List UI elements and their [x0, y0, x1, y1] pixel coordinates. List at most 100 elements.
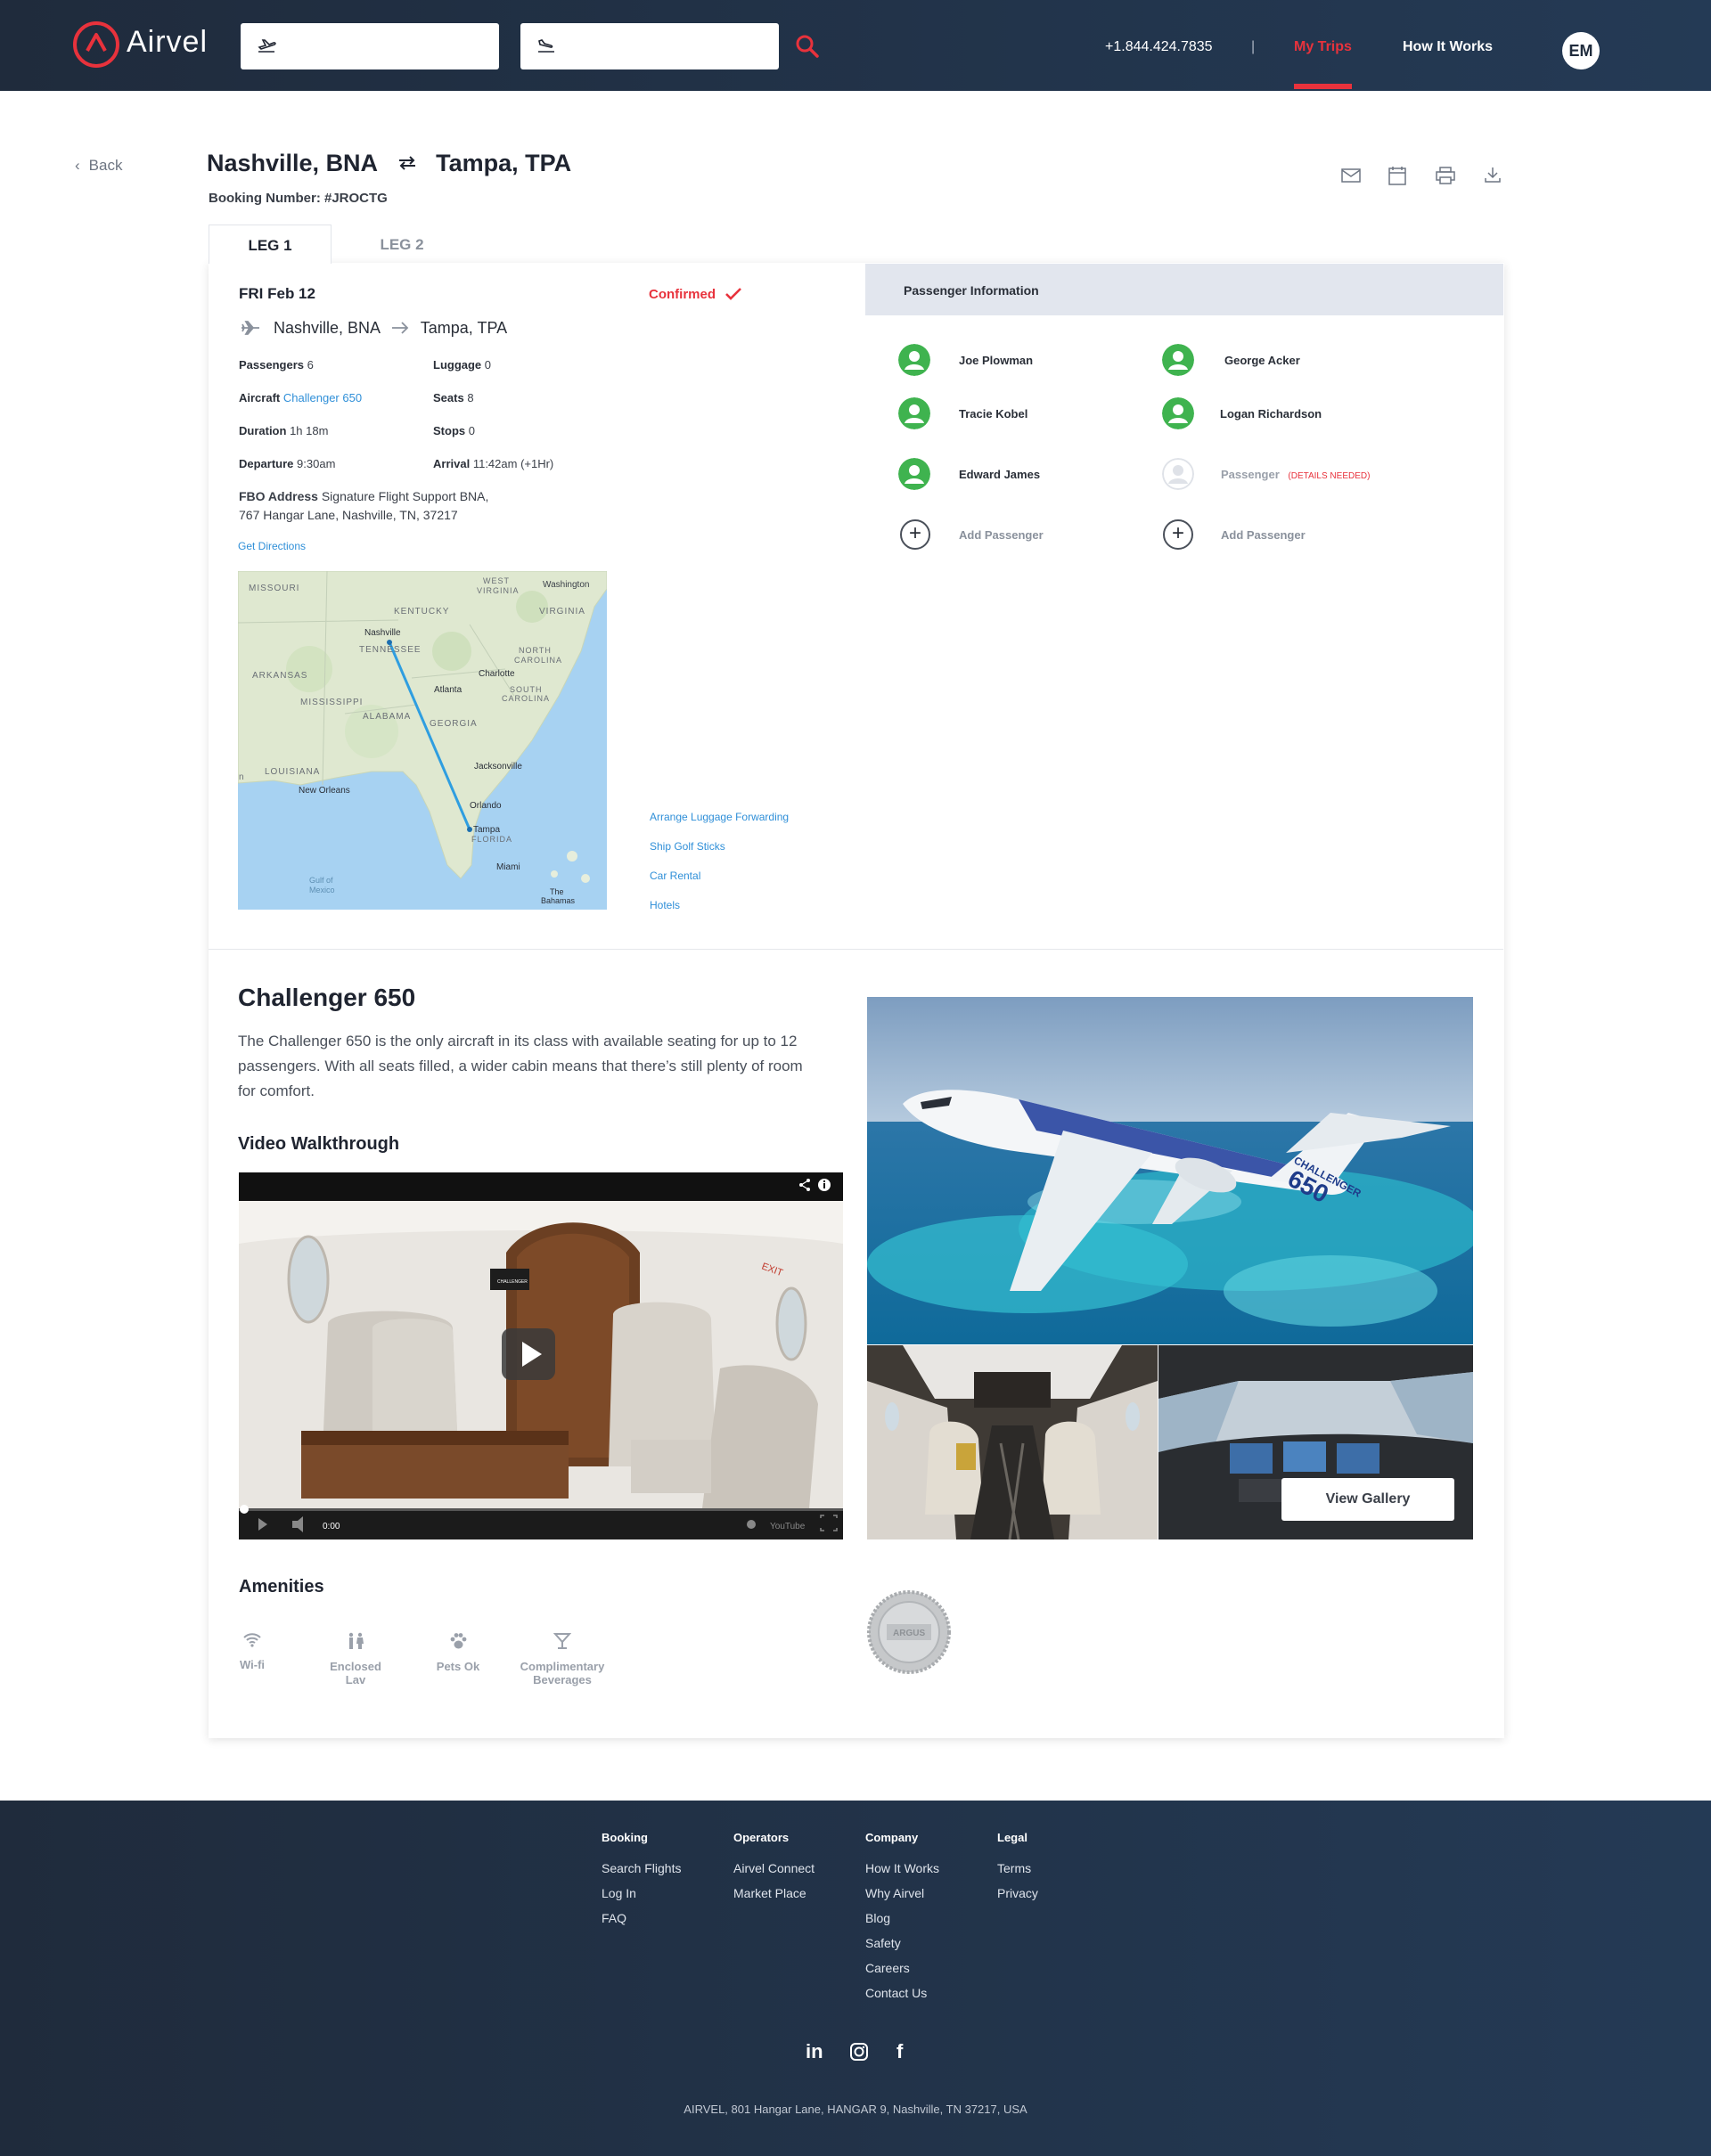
footer-link[interactable]: Safety — [865, 1936, 901, 1950]
footer-link[interactable]: How It Works — [865, 1861, 939, 1875]
linkedin-icon[interactable]: in — [806, 2040, 823, 2063]
nav-how-it-works[interactable]: How It Works — [1403, 39, 1493, 55]
amenities-heading: Amenities — [239, 1577, 324, 1597]
map-label: WEST — [483, 576, 510, 585]
amenity-wifi: Wi-fi — [237, 1632, 267, 1671]
add-passenger-label[interactable]: Add Passenger — [959, 528, 1044, 542]
plane-icon — [242, 321, 259, 335]
passenger-item[interactable] — [898, 397, 930, 434]
departure-search-input[interactable] — [241, 23, 499, 69]
fbo-address: FBO Address Signature Flight Support BNA… — [239, 489, 489, 522]
map-label: New Orleans — [299, 786, 350, 796]
footer-link[interactable]: FAQ — [602, 1911, 626, 1925]
map-label: Gulf of — [309, 876, 333, 885]
footer-link[interactable]: Why Airvel — [865, 1886, 924, 1900]
passenger-name[interactable]: Joe Plowman — [959, 354, 1033, 367]
map-label: VIRGINIA — [539, 607, 585, 617]
print-button[interactable] — [1436, 167, 1455, 189]
map-label: KENTUCKY — [394, 607, 449, 617]
route-map[interactable]: MISSOURI WEST VIRGINIA Washington KENTUC… — [238, 571, 607, 910]
get-directions-link[interactable]: Get Directions — [238, 540, 306, 552]
passenger-name[interactable]: Logan Richardson — [1220, 407, 1322, 421]
logo-text[interactable]: Airvel — [127, 25, 208, 60]
calendar-button[interactable] — [1388, 166, 1406, 190]
seal-text: ARGUS — [893, 1629, 925, 1638]
footer-link[interactable]: Terms — [997, 1861, 1031, 1875]
passenger-name[interactable]: George Acker — [1224, 354, 1300, 367]
footer-link[interactable]: Privacy — [997, 1886, 1038, 1900]
takeoff-icon — [258, 39, 276, 53]
leg-from: Nashville, BNA — [274, 319, 381, 337]
tab-leg-1[interactable]: LEG 1 — [209, 225, 332, 264]
download-icon — [1485, 167, 1501, 183]
pending-passenger-label[interactable]: Passenger (DETAILS NEEDED) — [1221, 468, 1370, 481]
map-label: MISSOURI — [249, 584, 299, 593]
download-button[interactable] — [1484, 166, 1502, 188]
footer-link[interactable]: Contact Us — [865, 1986, 927, 2000]
map-label: FLORIDA — [471, 835, 512, 844]
duration-field: Duration 1h 18m — [239, 424, 329, 437]
view-gallery-button[interactable]: View Gallery — [1281, 1478, 1454, 1521]
user-icon — [1162, 344, 1194, 376]
aircraft-link[interactable]: Challenger 650 — [283, 391, 362, 404]
passenger-item[interactable] — [898, 344, 930, 380]
nav-my-trips[interactable]: My Trips — [1294, 39, 1352, 55]
map-label: ALABAMA — [363, 712, 411, 722]
add-passenger-button[interactable]: + — [1163, 519, 1193, 550]
route-map-graphic: MISSOURI WEST VIRGINIA Washington KENTUC… — [238, 571, 607, 905]
user-icon — [1162, 458, 1194, 490]
hotels-link[interactable]: Hotels — [650, 899, 680, 911]
add-passenger-button[interactable]: + — [900, 519, 930, 550]
map-label: Charlotte — [479, 669, 515, 679]
map-label: Tampa — [473, 825, 500, 835]
add-passenger-label[interactable]: Add Passenger — [1221, 528, 1306, 542]
instagram-icon[interactable] — [849, 2042, 869, 2066]
car-rental-link[interactable]: Car Rental — [650, 870, 700, 882]
footer-heading-legal: Legal — [997, 1831, 1027, 1844]
checkmark-icon — [725, 288, 742, 300]
footer-address: AIRVEL, 801 Hangar Lane, HANGAR 9, Nashv… — [684, 2103, 1027, 2116]
aircraft-exterior-photo[interactable]: CHALLENGER 650 — [867, 997, 1473, 1344]
back-label: Back — [88, 157, 123, 174]
map-label: VIRGINIA — [477, 586, 520, 595]
footer-link[interactable]: Market Place — [733, 1886, 806, 1900]
user-avatar[interactable]: EM — [1562, 32, 1600, 69]
footer-link[interactable]: Careers — [865, 1961, 910, 1975]
section-divider — [209, 949, 1503, 950]
footer-link[interactable]: Log In — [602, 1886, 636, 1900]
luggage-forwarding-link[interactable]: Arrange Luggage Forwarding — [650, 811, 789, 823]
arrival-search-input[interactable] — [520, 23, 779, 69]
passenger-item[interactable] — [898, 458, 930, 494]
luggage-field: Luggage 0 — [433, 358, 492, 372]
user-icon — [898, 397, 930, 429]
wifi-icon — [243, 1633, 261, 1647]
facebook-icon[interactable]: f — [896, 2040, 903, 2063]
tab-leg-2[interactable]: LEG 2 — [340, 225, 463, 264]
footer-link[interactable]: Airvel Connect — [733, 1861, 815, 1875]
airvel-logo-icon[interactable] — [73, 21, 119, 68]
passenger-name[interactable]: Tracie Kobel — [959, 407, 1027, 421]
footer-link[interactable]: Blog — [865, 1911, 890, 1925]
footer-heading-operators: Operators — [733, 1831, 790, 1844]
status-text: Confirmed — [649, 287, 716, 302]
route-title: Nashville, BNA Tampa, TPA — [207, 150, 571, 177]
phone-number[interactable]: +1.844.424.7835 — [1105, 39, 1213, 55]
back-link[interactable]: ‹ Back — [75, 157, 122, 175]
aircraft-title: Challenger 650 — [238, 984, 416, 1011]
footer-link[interactable]: Search Flights — [602, 1861, 681, 1875]
ship-golf-sticks-link[interactable]: Ship Golf Sticks — [650, 840, 725, 853]
status-badge: Confirmed — [649, 287, 742, 302]
amenity-enclosed-lav: Enclosed Lav — [323, 1632, 389, 1686]
video-player[interactable]: CHALLENGER EXIT 0:00 YouTube — [239, 1172, 843, 1539]
cabin-screen-label: CHALLENGER — [497, 1279, 528, 1285]
map-label: Bahamas — [541, 896, 576, 905]
pending-passenger-item[interactable] — [1162, 458, 1194, 494]
map-label: Miami — [496, 862, 520, 872]
print-icon — [1436, 167, 1455, 184]
passenger-item[interactable] — [1162, 344, 1194, 380]
passenger-name[interactable]: Edward James — [959, 468, 1040, 481]
search-button[interactable] — [795, 34, 820, 63]
passenger-item[interactable] — [1162, 397, 1194, 434]
email-button[interactable] — [1341, 167, 1361, 188]
aircraft-cabin-photo[interactable] — [867, 1345, 1158, 1539]
